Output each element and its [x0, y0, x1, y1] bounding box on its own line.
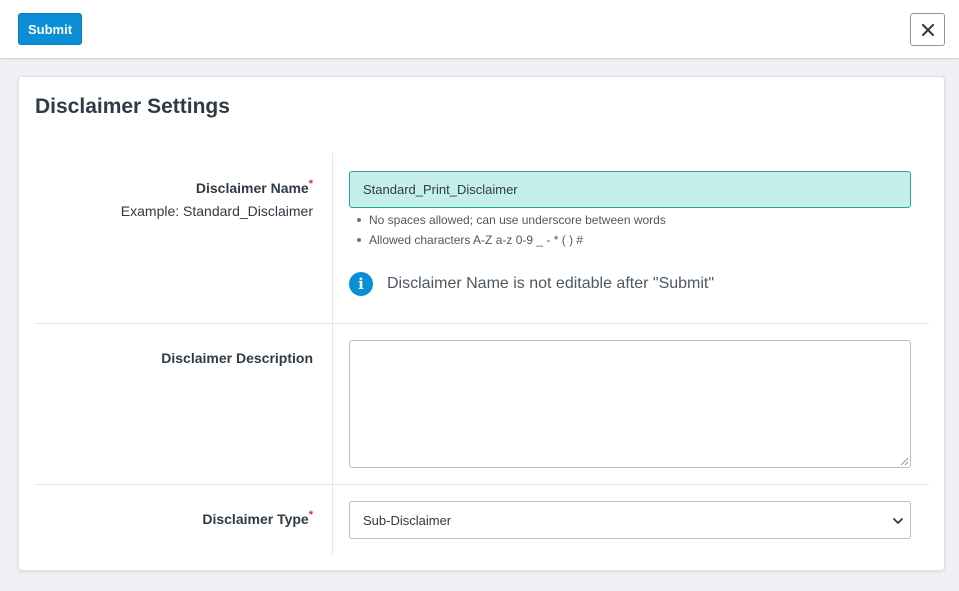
- disclaimer-type-label: Disclaimer Type*: [202, 509, 313, 527]
- required-marker: *: [308, 178, 313, 190]
- list-item: Allowed characters A-Z a-z 0-9 _ - * ( )…: [353, 230, 666, 250]
- row-divider: [35, 323, 929, 324]
- column-divider: [332, 153, 333, 554]
- top-toolbar: Submit: [0, 0, 959, 59]
- name-hints-list: No spaces allowed; can use underscore be…: [353, 210, 666, 250]
- resize-grip-icon[interactable]: [899, 456, 909, 466]
- list-item: No spaces allowed; can use underscore be…: [353, 210, 666, 230]
- disclaimer-name-input[interactable]: [349, 171, 911, 208]
- close-button[interactable]: [910, 13, 945, 46]
- disclaimer-description-textarea[interactable]: [349, 340, 911, 468]
- disclaimer-name-example: Example: Standard_Disclaimer: [120, 203, 313, 219]
- info-icon: i: [349, 272, 373, 296]
- required-marker: *: [308, 509, 313, 521]
- chevron-down-icon: [893, 518, 903, 524]
- disclaimer-type-select[interactable]: Sub-Disclaimer: [349, 501, 911, 539]
- disclaimer-settings-card: Disclaimer Settings Disclaimer Name* Exa…: [18, 76, 945, 571]
- disclaimer-description-label: Disclaimer Description: [161, 350, 313, 366]
- info-text: Disclaimer Name is not editable after "S…: [387, 275, 715, 292]
- row-divider: [35, 484, 929, 485]
- disclaimer-name-label: Disclaimer Name*: [195, 178, 313, 196]
- page-title: Disclaimer Settings: [35, 95, 230, 118]
- close-icon: [921, 23, 934, 36]
- submit-button[interactable]: Submit: [18, 13, 82, 45]
- selected-value: Sub-Disclaimer: [363, 512, 452, 528]
- name-info-notice: i Disclaimer Name is not editable after …: [349, 271, 714, 297]
